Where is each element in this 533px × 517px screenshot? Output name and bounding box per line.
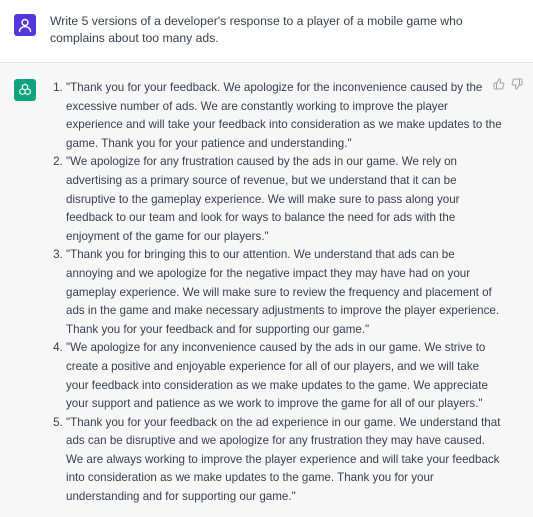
responses-list: "Thank you for your feedback. We apologi… — [48, 79, 504, 507]
list-item: "Thank you for bringing this to our atte… — [66, 246, 504, 339]
list-item: "We apologize for any frustration caused… — [66, 153, 504, 246]
list-item: "We apologize for any inconvenience caus… — [66, 339, 504, 413]
user-message: Write 5 versions of a developer's respon… — [0, 0, 533, 63]
user-avatar — [14, 14, 36, 36]
user-icon — [18, 18, 32, 33]
user-prompt: Write 5 versions of a developer's respon… — [50, 14, 463, 45]
assistant-message: "Thank you for your feedback. We apologi… — [0, 63, 533, 517]
thumbs-up-icon[interactable] — [493, 77, 505, 90]
thumbs-down-icon[interactable] — [511, 77, 523, 90]
assistant-avatar — [14, 79, 36, 101]
list-item: "Thank you for your feedback. We apologi… — [66, 79, 504, 153]
list-item: "Thank you for your feedback on the ad e… — [66, 414, 504, 507]
feedback-buttons — [493, 77, 523, 90]
openai-logo-icon — [19, 83, 31, 96]
